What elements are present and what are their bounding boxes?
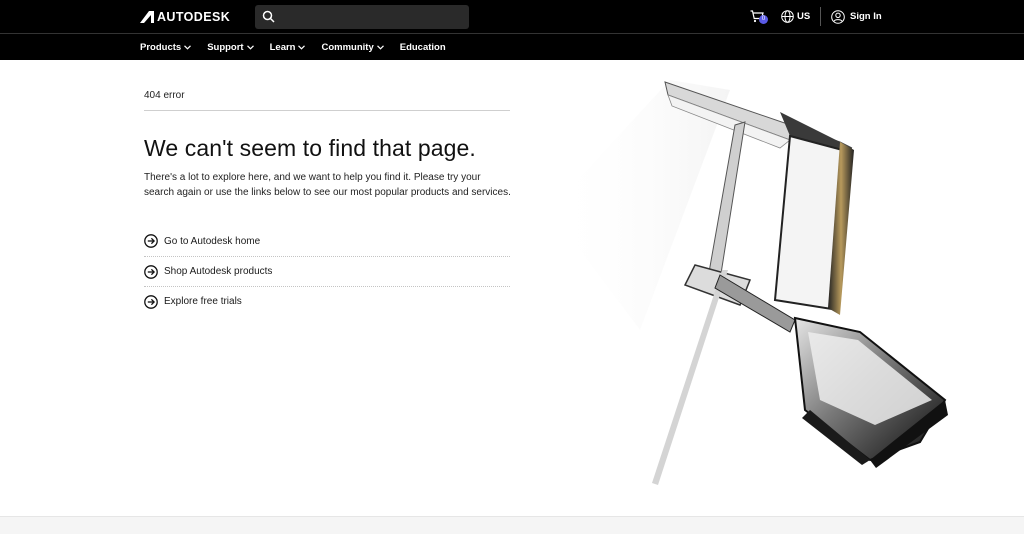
search-icon bbox=[262, 10, 275, 23]
footer-strip bbox=[0, 516, 1024, 534]
chevron-down-icon bbox=[376, 44, 384, 50]
nav-item-label: Products bbox=[140, 41, 182, 53]
glass-sculpture-image bbox=[550, 80, 948, 485]
divider bbox=[144, 110, 510, 111]
nav-item-products[interactable]: Products bbox=[140, 41, 192, 53]
arrow-circle-right-icon bbox=[144, 294, 158, 309]
sign-in-button[interactable]: Sign In bbox=[831, 0, 882, 33]
nav-item-label: Support bbox=[207, 41, 244, 53]
link-label: Go to Autodesk home bbox=[164, 235, 261, 247]
main-nav: Products Support Learn Community Educati… bbox=[0, 33, 1024, 60]
cart-button[interactable]: 0 bbox=[750, 0, 768, 33]
link-label: Explore free trials bbox=[164, 296, 242, 307]
search-box[interactable] bbox=[255, 5, 469, 29]
helpful-links: Go to Autodesk home Shop Autodesk produc… bbox=[144, 226, 510, 316]
logo-text: AUTODESK bbox=[157, 10, 231, 24]
autodesk-logo[interactable]: AUTODESK bbox=[140, 9, 230, 25]
nav-item-label: Education bbox=[399, 41, 446, 53]
nav-item-support[interactable]: Support bbox=[207, 41, 254, 53]
chevron-down-icon bbox=[246, 44, 254, 50]
sign-in-label: Sign In bbox=[850, 11, 882, 22]
link-label: Shop Autodesk products bbox=[164, 266, 273, 277]
link-free-trials[interactable]: Explore free trials bbox=[144, 286, 510, 316]
top-bar: AUTODESK 0 US Sign In bbox=[0, 0, 1024, 33]
chevron-down-icon bbox=[184, 44, 192, 50]
globe-icon bbox=[781, 10, 794, 23]
nav-item-learn[interactable]: Learn bbox=[270, 42, 306, 53]
page-description: There's a lot to explore here, and we wa… bbox=[144, 172, 511, 198]
nav-item-label: Community bbox=[321, 41, 374, 53]
link-shop-products[interactable]: Shop Autodesk products bbox=[144, 256, 510, 286]
header-divider bbox=[820, 7, 821, 26]
autodesk-logo-icon bbox=[140, 11, 154, 23]
page-title: We can't seem to find that page. bbox=[144, 135, 476, 161]
link-autodesk-home[interactable]: Go to Autodesk home bbox=[144, 226, 510, 256]
nav-item-label: Learn bbox=[269, 41, 296, 53]
cart-count-badge: 0 bbox=[759, 15, 768, 24]
region-selector[interactable]: US bbox=[781, 0, 810, 33]
nav-item-education[interactable]: Education bbox=[400, 42, 446, 53]
region-label: US bbox=[797, 11, 811, 22]
nav-item-community[interactable]: Community bbox=[321, 41, 384, 53]
arrow-circle-right-icon bbox=[144, 264, 158, 279]
error-code: 404 error bbox=[144, 90, 185, 101]
chevron-down-icon bbox=[298, 44, 306, 50]
arrow-circle-right-icon bbox=[144, 234, 158, 248]
search-input[interactable] bbox=[281, 5, 465, 29]
user-icon bbox=[831, 9, 845, 24]
